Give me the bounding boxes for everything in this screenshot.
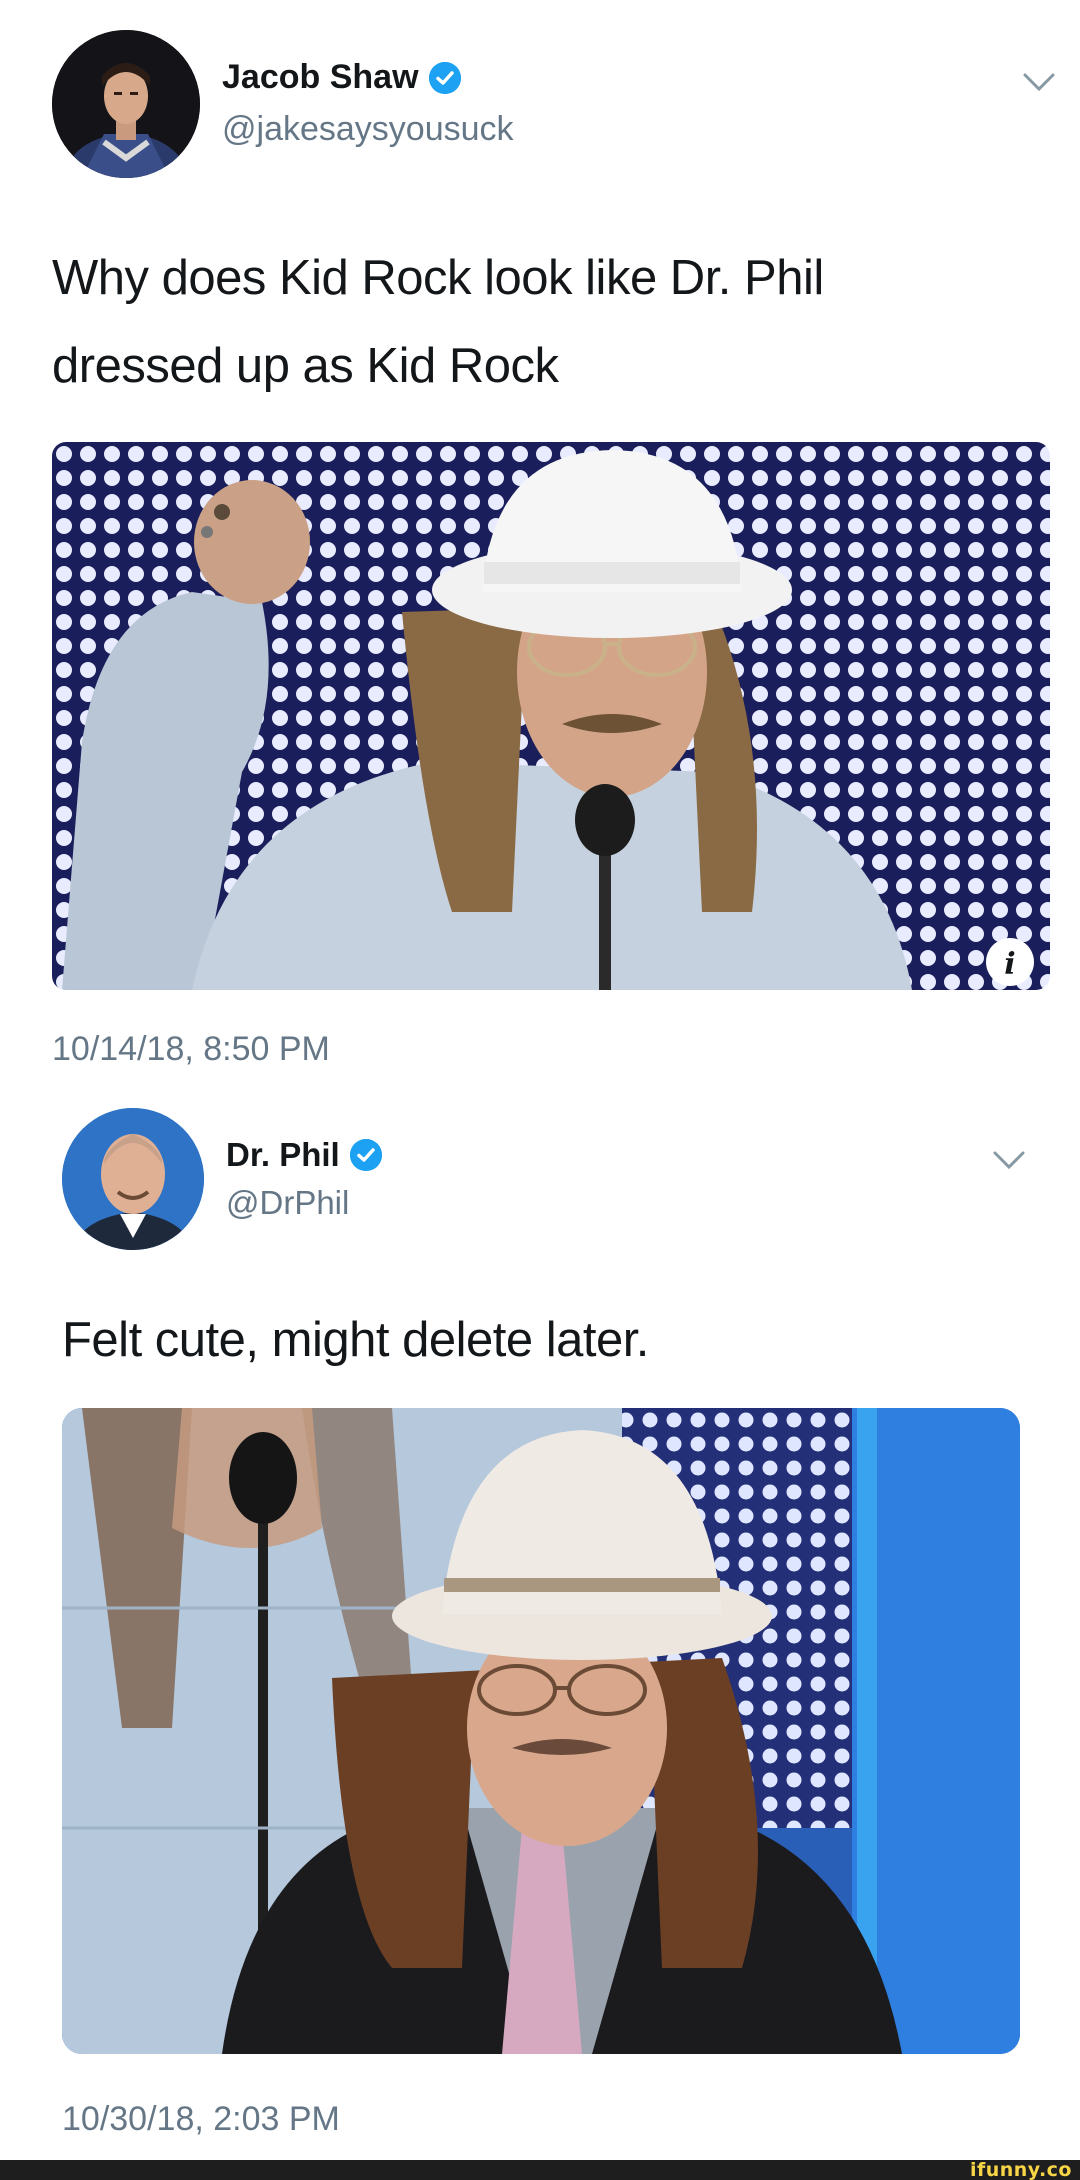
tweet-jacob-shaw: Jacob Shaw @jakesaysyousuck Why does Kid… <box>0 0 1080 1090</box>
author-row: Jacob Shaw <box>222 58 461 97</box>
tweet-timestamp[interactable]: 10/30/18, 2:03 PM <box>62 2100 340 2139</box>
verified-badge-icon <box>428 61 461 94</box>
handle[interactable]: @jakesaysyousuck <box>222 110 514 149</box>
chevron-down-icon[interactable] <box>1022 70 1056 94</box>
display-name[interactable]: Dr. Phil <box>226 1136 340 1174</box>
footer-bar: ifunny.co <box>0 2160 1080 2180</box>
display-name[interactable]: Jacob Shaw <box>222 58 419 97</box>
verified-badge-icon <box>349 1139 382 1171</box>
tweet-dr-phil: Dr. Phil @DrPhil Felt cute, might delete… <box>0 1090 1080 2150</box>
tweet-text-line-2: dressed up as Kid Rock <box>52 339 559 393</box>
tweet-text-line-1: Why does Kid Rock look like Dr. Phil <box>52 251 824 305</box>
info-icon[interactable] <box>986 938 1034 986</box>
tweet-media-image[interactable]: i <box>52 442 1050 990</box>
tweet-text-line-1: Felt cute, might delete later. <box>62 1313 649 1367</box>
ifunny-watermark: ifunny.co <box>969 2159 1072 2180</box>
handle[interactable]: @DrPhil <box>226 1184 349 1222</box>
tweet-media-image[interactable] <box>62 1408 1020 2054</box>
author-row: Dr. Phil <box>226 1136 382 1174</box>
avatar-dr-phil[interactable] <box>62 1108 204 1250</box>
tweet-timestamp[interactable]: 10/14/18, 8:50 PM <box>52 1030 330 1069</box>
chevron-down-icon[interactable] <box>992 1148 1026 1172</box>
avatar-jacob-shaw[interactable] <box>52 30 200 178</box>
